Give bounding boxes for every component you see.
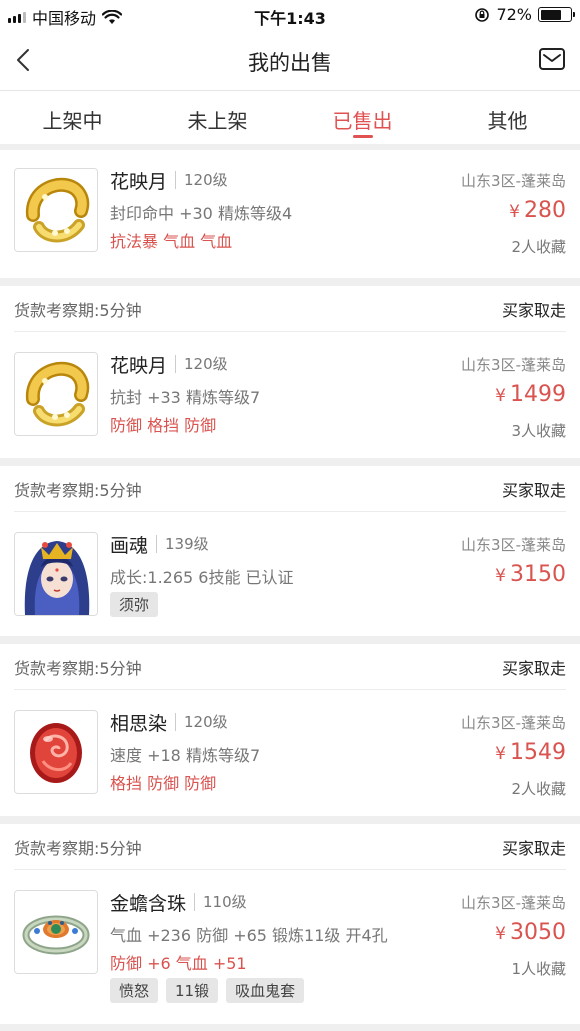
card-header: 货款考察期:5分钟 买家取走 (14, 286, 566, 332)
sold-items-list: 花映月 120级 封印命中 +30 精炼等级4 抗法暴 气血 气血 山东3区-蓬… (0, 150, 580, 1031)
character-portrait-icon (14, 532, 98, 616)
server-label: 山东3区-蓬莱岛 (461, 536, 566, 554)
item-body: 金蟾含珠 110级 气血 +236 防御 +65 锻炼11级 开4孔 防御 +6… (0, 870, 580, 1003)
tab-label: 其他 (487, 109, 528, 133)
currency-symbol: ¥ (495, 386, 506, 406)
item-name: 花映月 (110, 170, 168, 193)
price-value: 3050 (510, 920, 566, 945)
price-value: 3150 (510, 562, 566, 587)
item-body: 画魂 139级 成长:1.265 6技能 已认证 须弥 山东3区-蓬莱岛 ¥31… (0, 512, 580, 617)
currency-symbol: ¥ (509, 202, 520, 222)
item-level: 120级 (175, 713, 228, 731)
payment-period: 货款考察期:5分钟 (14, 838, 142, 858)
tab-on-sale[interactable]: 上架中 (0, 91, 145, 144)
nav-bar: 我的出售 (0, 30, 580, 90)
currency-symbol: ¥ (495, 566, 506, 586)
tab-label: 已售出 (332, 109, 393, 133)
item-body: 花映月 120级 抗封 +33 精炼等级7 防御 格挡 防御 山东3区-蓬莱岛 … (0, 332, 580, 440)
battery-icon (538, 7, 575, 22)
favorites-count: 2人收藏 (511, 238, 566, 256)
card-header: 货款考察期:5分钟 买家取走 (14, 644, 566, 690)
battery-percent: 72% (496, 5, 532, 24)
price-value: 1549 (510, 740, 566, 765)
item-name: 花映月 (110, 354, 168, 377)
tab-label: 上架中 (42, 109, 103, 133)
status-right: 72% (474, 5, 575, 24)
item-extra: 格挡 防御 防御 (110, 774, 217, 793)
item-name: 相思染 (110, 712, 168, 735)
currency-symbol: ¥ (495, 744, 506, 764)
item-level: 139级 (156, 535, 209, 553)
item-body: 花映月 120级 封印命中 +30 精炼等级4 抗法暴 气血 气血 山东3区-蓬… (0, 150, 580, 256)
tab-not-listed[interactable]: 未上架 (145, 91, 290, 144)
buyer-picked-up-label: 买家取走 (501, 480, 566, 500)
item-extra: 防御 格挡 防御 (110, 416, 217, 435)
item-extra: 防御 +6 气血 +51 (110, 954, 247, 973)
server-label: 山东3区-蓬莱岛 (461, 894, 566, 912)
item-name: 画魂 (110, 534, 149, 557)
jade-ring-icon (14, 890, 98, 974)
server-label: 山东3区-蓬莱岛 (461, 172, 566, 190)
price: ¥3050 (495, 920, 566, 945)
price: ¥1549 (495, 740, 566, 765)
item-tag: 愤怒 (110, 978, 159, 1003)
item-card[interactable]: 货款考察期:5分钟 买家取走 画魂 139级 成长:1.265 6技能 已认证 … (0, 466, 580, 636)
buyer-picked-up-label: 买家取走 (501, 658, 566, 678)
mail-icon[interactable] (538, 46, 566, 72)
item-info: 花映月 120级 封印命中 +30 精炼等级4 抗法暴 气血 气血 (110, 150, 566, 252)
price: ¥3150 (495, 562, 566, 587)
card-header: 货款考察期:5分钟 买家取走 (14, 466, 566, 512)
tab-other[interactable]: 其他 (435, 91, 580, 144)
tab-label: 未上架 (187, 109, 248, 133)
item-card[interactable]: 货款考察期:5分钟 买家取走 相思染 120级 速度 +18 精炼等级7 格挡 … (0, 644, 580, 816)
page-title: 我的出售 (248, 51, 332, 75)
item-card[interactable]: 货款考察期:5分钟 买家取走 花映月 120级 抗封 +33 精炼等级7 防御 … (0, 286, 580, 458)
orientation-lock-icon (475, 7, 490, 22)
red-gem-icon (14, 710, 98, 794)
payment-period: 货款考察期:5分钟 (14, 658, 142, 678)
item-level: 120级 (175, 355, 228, 373)
tab-sold[interactable]: 已售出 (290, 91, 435, 144)
price-value: 280 (524, 198, 566, 223)
tab-bar: 上架中 未上架 已售出 其他 (0, 90, 580, 144)
item-body: 相思染 120级 速度 +18 精炼等级7 格挡 防御 防御 山东3区-蓬莱岛 … (0, 690, 580, 798)
buyer-picked-up-label: 买家取走 (501, 300, 566, 320)
item-card[interactable]: 货款考察期:5分钟 买家取走 金蟾含珠 110级 气血 +236 防御 +65 … (0, 824, 580, 1024)
gold-bracelet-icon (14, 168, 98, 252)
payment-period: 货款考察期:5分钟 (14, 480, 142, 500)
price: ¥1499 (495, 382, 566, 407)
server-label: 山东3区-蓬莱岛 (461, 714, 566, 732)
item-extra: 抗法暴 气血 气血 (110, 232, 233, 251)
card-header: 货款考察期:5分钟 买家取走 (14, 824, 566, 870)
item-tag: 须弥 (110, 592, 159, 617)
item-tag: 11锻 (166, 978, 219, 1003)
item-tags: 须弥 (110, 592, 566, 617)
item-tag: 吸血鬼套 (226, 978, 305, 1003)
item-name: 金蟾含珠 (110, 892, 187, 915)
currency-symbol: ¥ (495, 924, 506, 944)
item-level: 120级 (175, 171, 228, 189)
server-label: 山东3区-蓬莱岛 (461, 356, 566, 374)
item-level: 110级 (194, 893, 247, 911)
item-card[interactable]: 花映月 120级 封印命中 +30 精炼等级4 抗法暴 气血 气血 山东3区-蓬… (0, 150, 580, 278)
gold-bracelet-icon (14, 352, 98, 436)
item-attrs: 封印命中 +30 精炼等级4 (110, 204, 293, 223)
payment-period: 货款考察期:5分钟 (14, 300, 142, 320)
price-value: 1499 (510, 382, 566, 407)
favorites-count: 2人收藏 (511, 780, 566, 798)
buyer-picked-up-label: 买家取走 (501, 838, 566, 858)
active-tab-indicator (352, 135, 373, 138)
favorites-count: 3人收藏 (511, 422, 566, 440)
status-bar: 中国移动 下午1:43 72% (0, 0, 580, 30)
favorites-count: 1人收藏 (511, 960, 566, 978)
item-tags: 愤怒 11锻 吸血鬼套 (110, 978, 566, 1003)
price: ¥280 (509, 198, 566, 223)
